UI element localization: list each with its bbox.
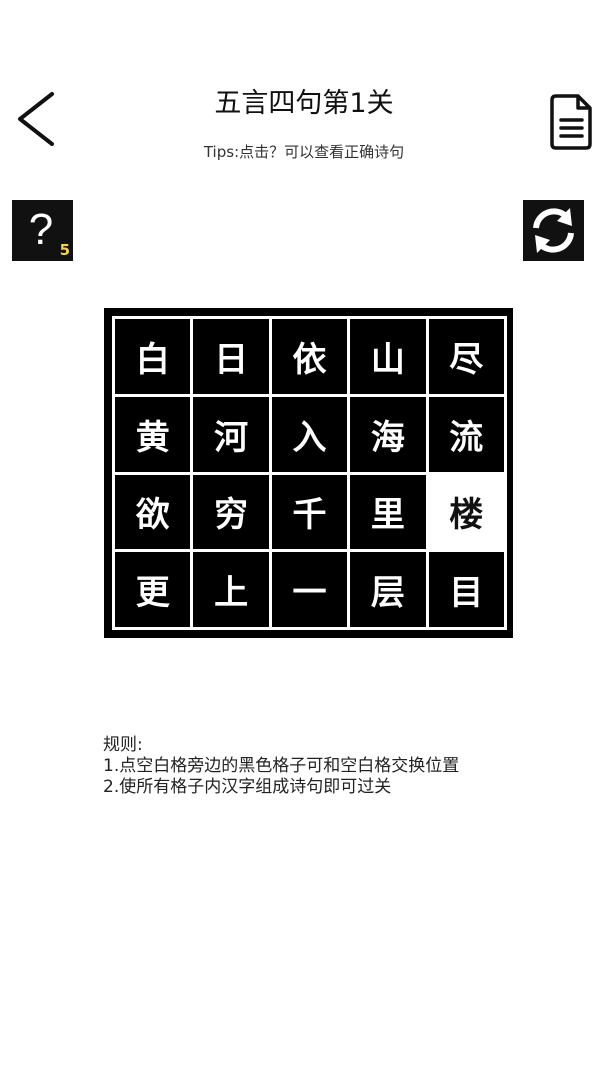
document-icon (550, 94, 592, 150)
rules-heading: 规则: (103, 735, 143, 755)
puzzle-tile[interactable]: 山 (350, 319, 426, 394)
puzzle-tile[interactable]: 目 (428, 552, 504, 627)
rules-line-2: 2.使所有格子内汉字组成诗句即可过关 (103, 777, 392, 797)
puzzle-tile[interactable]: 一 (271, 552, 348, 627)
blank-tile[interactable]: 楼 (428, 474, 504, 550)
puzzle-tile[interactable]: 河 (193, 396, 269, 472)
puzzle-tile[interactable]: 黄 (115, 396, 191, 472)
rules-line-1: 1.点空白格旁边的黑色格子可和空白格交换位置 (103, 756, 460, 776)
puzzle-tile[interactable]: 上 (193, 552, 269, 627)
poem-document-button[interactable] (548, 92, 596, 152)
puzzle-tile[interactable]: 穷 (193, 474, 269, 550)
puzzle-tile[interactable]: 流 (428, 396, 504, 472)
puzzle-board: 白日依山尽黄河入海流欲穷千里楼更上一层目 (104, 308, 513, 638)
refresh-icon (533, 208, 574, 253)
hint-button[interactable]: ? 5 (12, 200, 73, 261)
puzzle-grid: 白日依山尽黄河入海流欲穷千里楼更上一层目 (112, 316, 507, 630)
page-title: 五言四句第1关 (214, 88, 394, 119)
puzzle-tile[interactable]: 千 (271, 474, 348, 550)
puzzle-tile[interactable]: 日 (193, 319, 269, 394)
puzzle-tile[interactable]: 里 (350, 474, 426, 550)
puzzle-tile[interactable]: 尽 (428, 319, 504, 394)
tips-text: Tips:点击？可以查看正确诗句 (203, 143, 405, 161)
puzzle-tile[interactable]: 白 (115, 319, 191, 394)
refresh-button[interactable] (523, 200, 584, 261)
puzzle-tile[interactable]: 更 (115, 552, 191, 627)
puzzle-tile[interactable]: 层 (350, 552, 426, 627)
puzzle-tile[interactable]: 海 (350, 396, 426, 472)
hint-count-badge: 5 (59, 241, 70, 259)
puzzle-tile[interactable]: 入 (271, 396, 348, 472)
puzzle-tile[interactable]: 依 (271, 319, 348, 394)
rules-section: 规则: 1.点空白格旁边的黑色格子可和空白格交换位置 2.使所有格子内汉字组成诗… (103, 735, 563, 798)
puzzle-tile[interactable]: 欲 (115, 474, 191, 550)
